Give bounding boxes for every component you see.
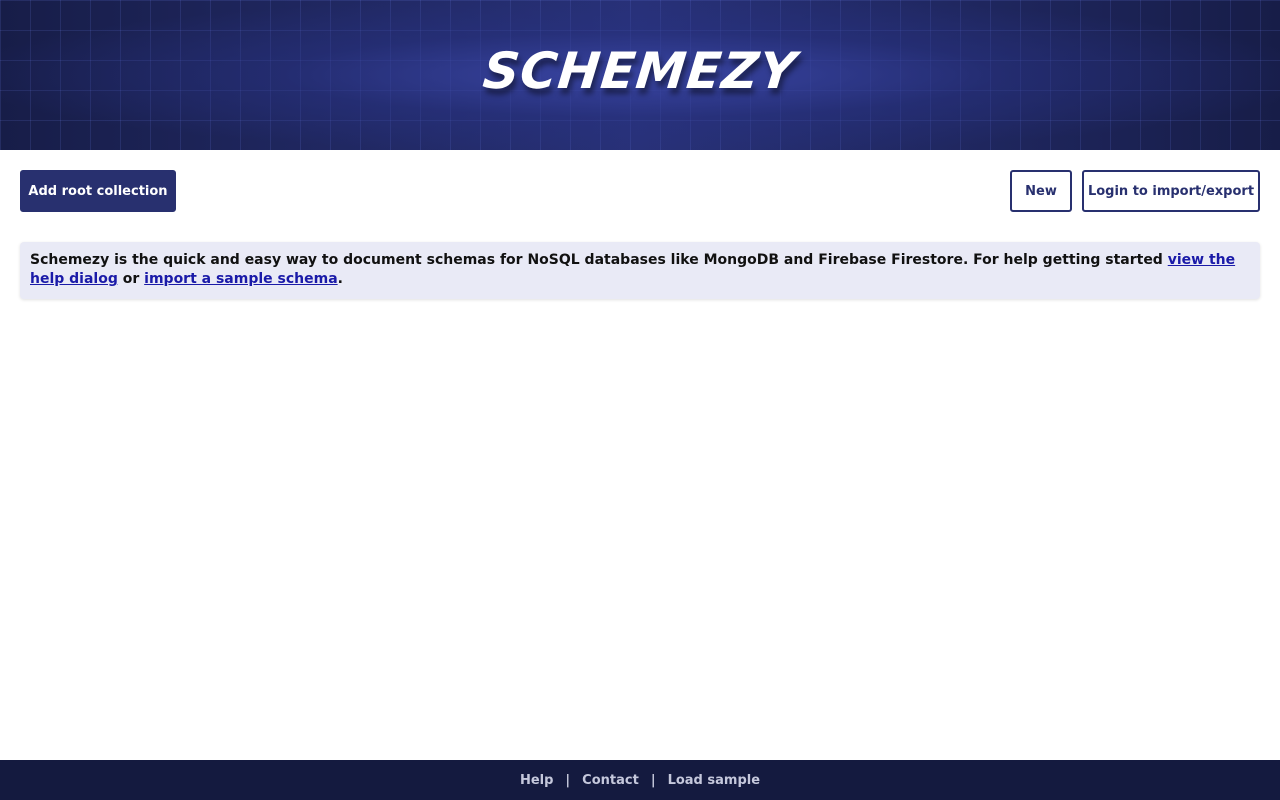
login-import-export-button[interactable]: Login to import/export (1082, 170, 1260, 212)
footer-separator: | (650, 772, 656, 788)
new-button[interactable]: New (1010, 170, 1072, 212)
sample-schema-link[interactable]: import a sample schema (144, 271, 338, 287)
info-text: Schemezy is the quick and easy way to do… (30, 252, 1168, 268)
footer-separator: | (565, 772, 571, 788)
toolbar: Add root collection New Login to import/… (20, 170, 1260, 212)
footer-contact-link[interactable]: Contact (582, 773, 639, 788)
footer-help-link[interactable]: Help (520, 773, 553, 788)
info-or-text: or (117, 271, 145, 287)
info-banner: Schemezy is the quick and easy way to do… (20, 242, 1260, 299)
add-root-collection-button[interactable]: Add root collection (20, 170, 176, 212)
logo: SCHEMEZY (480, 42, 800, 100)
footer-load-sample-link[interactable]: Load sample (668, 773, 760, 788)
footer: Help | Contact | Load sample (0, 760, 1280, 800)
header-banner: SCHEMEZY (0, 0, 1280, 150)
info-period: . (337, 271, 343, 287)
